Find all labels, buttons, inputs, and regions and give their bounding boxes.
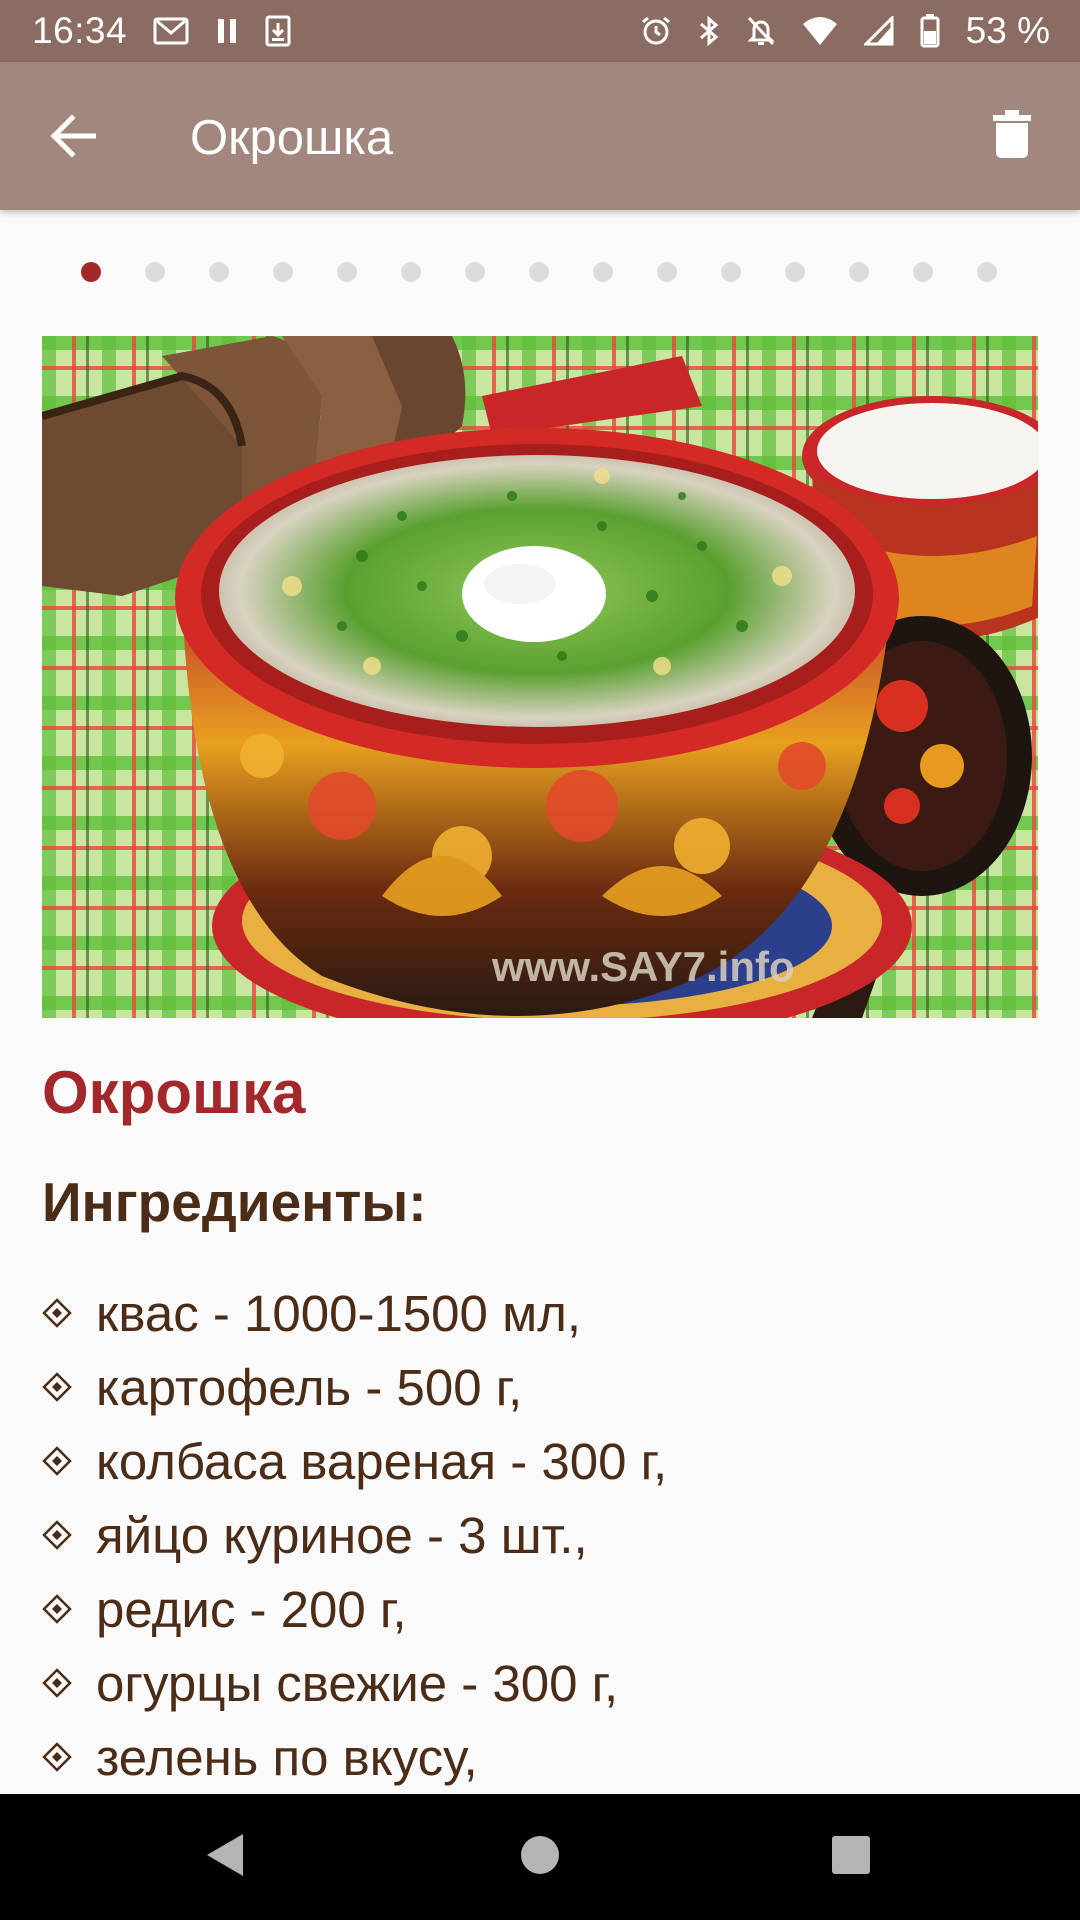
recipe-photo[interactable]: www.SAY7.info — [42, 336, 1038, 1018]
back-button[interactable] — [42, 108, 102, 168]
diamond-bullet-icon — [42, 1742, 96, 1772]
diamond-bullet-icon — [42, 1668, 96, 1698]
pager-dot[interactable] — [337, 262, 357, 282]
signal-icon — [863, 16, 894, 46]
pager-dot[interactable] — [977, 262, 997, 282]
notifications-off-icon — [746, 15, 776, 47]
list-item: зелень по вкусу, — [42, 1720, 667, 1794]
okroshka-photo: www.SAY7.info — [42, 336, 1038, 1018]
page-title: Окрошка — [190, 111, 394, 165]
ingredient-text: колбаса вареная - 300 г, — [96, 1432, 668, 1490]
list-item: редис - 200 г, — [42, 1572, 667, 1646]
wifi-icon — [802, 16, 838, 46]
pager-dot[interactable] — [849, 262, 869, 282]
status-bar-right: 53 % — [640, 10, 1050, 52]
bluetooth-icon — [698, 15, 720, 47]
delete-button[interactable] — [984, 106, 1040, 166]
arrow-back-icon — [48, 113, 97, 163]
ingredient-text: огурцы свежие - 300 г, — [96, 1654, 619, 1712]
nav-home-button[interactable] — [515, 1832, 565, 1882]
ingredient-text: квас - 1000-1500 мл, — [96, 1284, 582, 1342]
recents-square-icon — [831, 1835, 871, 1880]
pager-dot[interactable] — [529, 262, 549, 282]
pager-dot[interactable] — [145, 262, 165, 282]
navigation-bar — [0, 1794, 1080, 1920]
list-item: картофель - 500 г, — [42, 1350, 667, 1424]
pager-dot[interactable] — [593, 262, 613, 282]
diamond-bullet-icon — [42, 1298, 96, 1328]
nav-recents-button[interactable] — [826, 1832, 876, 1882]
pager-dot[interactable] — [657, 262, 677, 282]
app-bar: Окрошка — [0, 62, 1080, 210]
list-item: яйцо куриное - 3 шт., — [42, 1498, 667, 1572]
status-time: 16:34 — [32, 10, 128, 51]
pager-dot[interactable] — [209, 262, 229, 282]
alarm-icon — [640, 15, 672, 47]
pager-dot[interactable] — [465, 262, 485, 282]
ingredient-text: редис - 200 г, — [96, 1580, 407, 1638]
ingredients-list: квас - 1000-1500 мл, картофель - 500 г, ко… — [42, 1276, 667, 1794]
battery-icon — [920, 14, 940, 48]
diamond-bullet-icon — [42, 1594, 96, 1624]
back-triangle-icon — [205, 1832, 245, 1883]
diamond-bullet-icon — [42, 1520, 96, 1550]
ingredients-heading: Ингредиенты: — [42, 1171, 427, 1233]
list-item: огурцы свежие - 300 г, — [42, 1646, 667, 1720]
ingredient-text: зелень по вкусу, — [96, 1728, 478, 1786]
home-circle-icon — [519, 1834, 561, 1881]
trash-icon — [992, 109, 1032, 164]
ingredient-text: яйцо куриное - 3 шт., — [96, 1506, 588, 1564]
status-bar-left: 16:34 — [32, 10, 291, 52]
pager-dot[interactable] — [273, 262, 293, 282]
nav-back-button[interactable] — [200, 1832, 250, 1882]
pager-dot[interactable] — [81, 262, 101, 282]
image-pager-indicator — [0, 262, 1080, 282]
diamond-bullet-icon — [42, 1446, 96, 1476]
photo-watermark: www.SAY7.info — [491, 943, 795, 990]
pager-dot[interactable] — [913, 262, 933, 282]
list-item: колбаса вареная - 300 г, — [42, 1424, 667, 1498]
recipe-title: Окрошка — [42, 1059, 306, 1126]
list-item: квас - 1000-1500 мл, — [42, 1276, 667, 1350]
diamond-bullet-icon — [42, 1372, 96, 1402]
pager-dot[interactable] — [401, 262, 421, 282]
download-icon — [265, 15, 291, 47]
ingredient-text: картофель - 500 г, — [96, 1358, 523, 1416]
gmail-icon — [153, 16, 189, 46]
status-bar: 16:34 53 % — [0, 0, 1080, 62]
battery-percent: 53 % — [965, 10, 1050, 51]
pause-icon — [215, 17, 239, 45]
pager-dot[interactable] — [721, 262, 741, 282]
pager-dot[interactable] — [785, 262, 805, 282]
